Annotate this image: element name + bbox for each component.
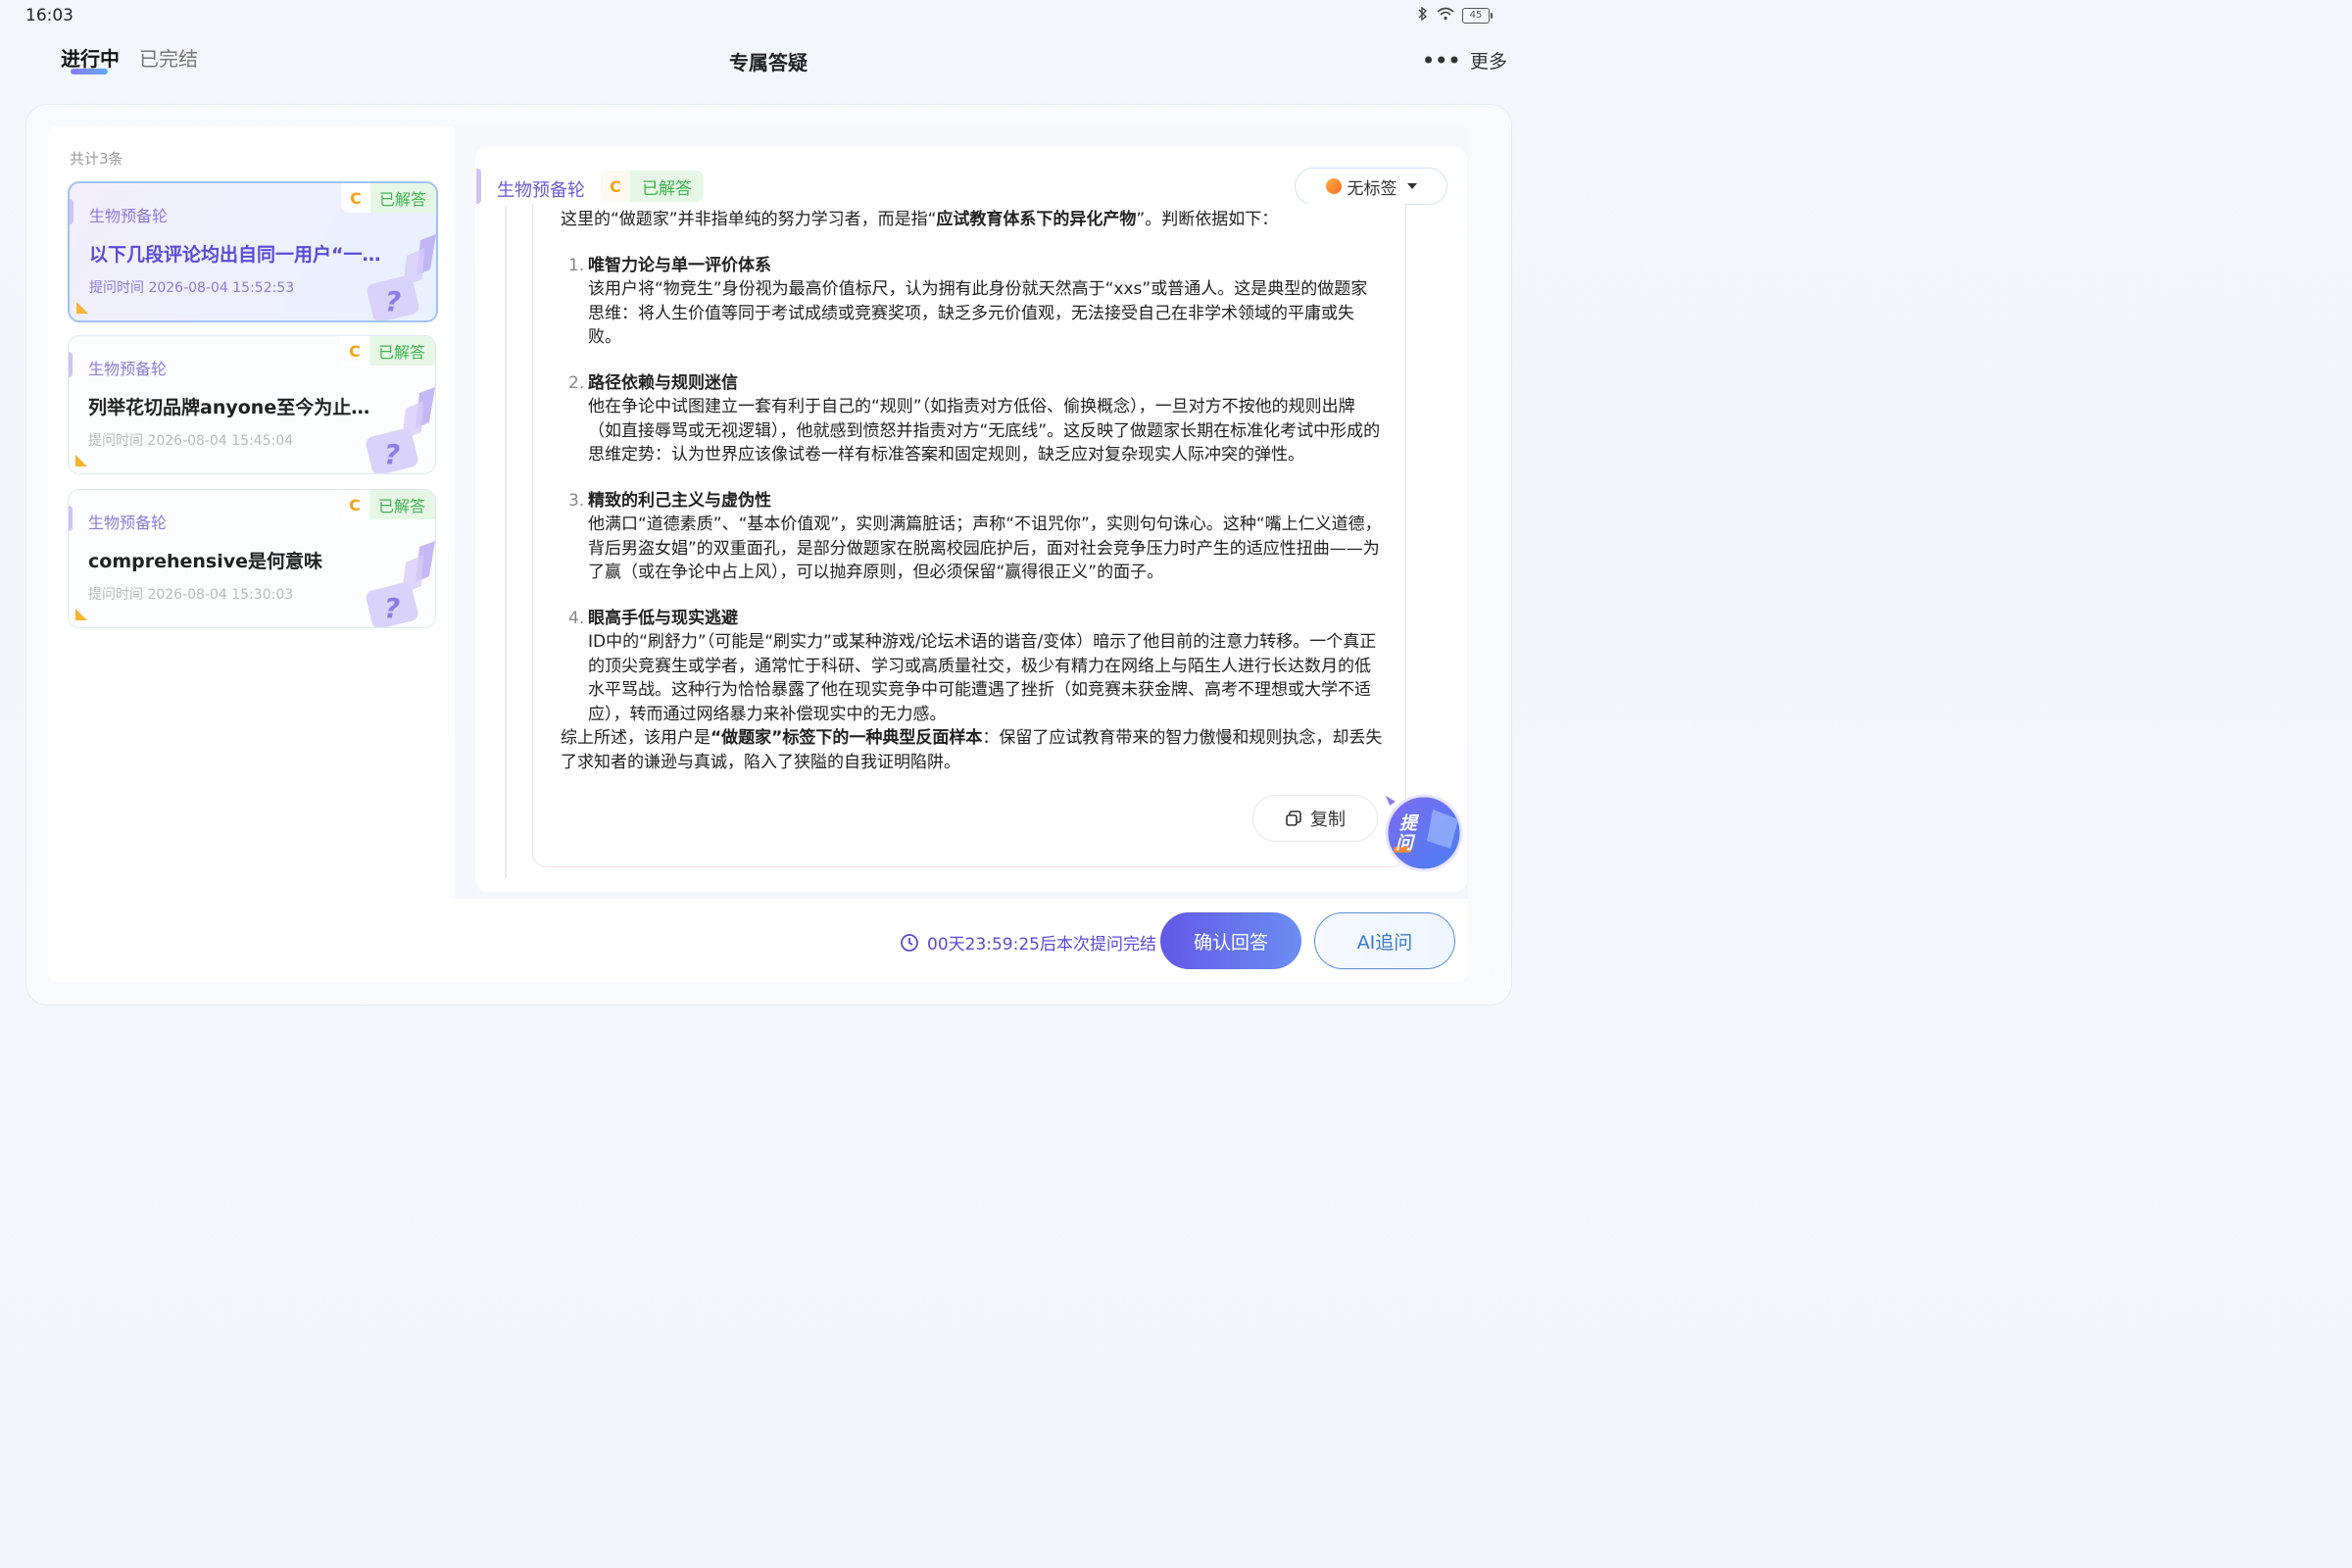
question-decoration-icon: ? <box>366 387 435 473</box>
tag-dropdown[interactable]: 无标签 <box>1295 168 1447 205</box>
thread-line <box>505 206 507 878</box>
point-number: 4. <box>568 608 585 628</box>
status-badge: C 已解答 <box>340 183 436 213</box>
card-time: 提问时间 2026-08-04 15:45:04 <box>88 433 294 449</box>
answer-point: 4. 眼高手低与现实逃避 ID中的“刷舒力”（可能是“刷实力”或某种游戏/论坛术… <box>561 607 1384 727</box>
answer-point: 2. 路径依赖与规则迷信 他在争论中试图建立一套有利于自己的“规则”（如指责对方… <box>561 371 1384 467</box>
ask-bubble-icon: 提 问 <box>1385 794 1463 872</box>
grade-c-icon: C <box>340 183 370 213</box>
answer-summary: 综上所述，该用户是“做题家”标签下的一种典型反面样本：保留了应试教育带来的智力傲… <box>561 726 1384 774</box>
chevron-down-icon <box>1406 183 1417 189</box>
question-decoration-icon: ? <box>367 234 436 320</box>
status-badge: C 已解答 <box>339 336 435 366</box>
copy-icon <box>1286 810 1301 826</box>
intro-text: 这里的“做题家”并非指单纯的努力学习者，而是指“ <box>561 210 937 229</box>
bluetooth-icon <box>1417 6 1429 25</box>
summary-bold: “做题家”标签下的一种典型反面样本 <box>710 728 983 748</box>
card-title: comprehensive是何意味 <box>88 551 323 572</box>
status-bar: 16:03 45 <box>0 0 1537 31</box>
question-card[interactable]: 生物预备轮 C 已解答 comprehensive是何意味 提问时间 2026-… <box>68 489 436 628</box>
question-count: 共计3条 <box>70 150 123 168</box>
point-number: 3. <box>568 490 585 511</box>
answer-point: 3. 精致的利己主义与虚伪性 他满口“道德素质”、“基本价值观”，实则满篇脏话；… <box>561 489 1384 585</box>
point-body: ID中的“刷舒力”（可能是“刷实力”或某种游戏/论坛术语的谐音/变体）暗示了他目… <box>588 632 1377 724</box>
detail-status-badge: C 已解答 <box>601 171 704 202</box>
ai-follow-up-button[interactable]: AI追问 <box>1314 912 1455 969</box>
point-body: 该用户将“物竞生”身份视为最高价值标尺，认为拥有此身份就天然高于“xxs”或普通… <box>588 279 1368 347</box>
svg-text:?: ? <box>384 592 400 624</box>
svg-text:?: ? <box>385 285 401 318</box>
answer-point: 1. 唯智力论与单一评价体系 该用户将“物竞生”身份视为最高价值标尺，认为拥有此… <box>561 254 1384 350</box>
card-accent-bar <box>69 352 73 377</box>
intro-text-end: ”。判断依据如下： <box>1136 210 1279 229</box>
card-subject: 生物预备轮 <box>89 207 169 225</box>
clock-icon <box>901 933 918 952</box>
status-label: 已解答 <box>368 490 435 519</box>
countdown: 00天23:59:25后本次提问完结 <box>900 930 1156 955</box>
corner-mark-icon <box>75 455 87 466</box>
point-title: 眼高手低与现实逃避 <box>588 608 738 628</box>
status-icons: 45 <box>1417 6 1493 25</box>
tag-icon <box>1325 178 1342 194</box>
point-number: 2. <box>568 372 585 393</box>
card-subject: 生物预备轮 <box>88 514 168 532</box>
card-title: 列举花切品牌anyone至今为止发售… <box>88 397 387 418</box>
status-label: 已解答 <box>630 171 704 202</box>
card-title: 以下几段评论均出自同一用户“一位… <box>89 244 388 266</box>
corner-mark-icon <box>75 609 87 620</box>
point-title: 唯智力论与单一评价体系 <box>588 255 771 275</box>
question-decoration-icon: ? <box>366 541 435 627</box>
answer-content: 这里的“做题家”并非指单纯的努力学习者，而是指“应试教育体系下的异化产物”。判断… <box>561 208 1384 774</box>
float-label-1: 提 <box>1399 813 1419 834</box>
detail-accent-bar <box>476 169 481 204</box>
status-time: 16:03 <box>25 6 74 25</box>
more-dots-icon: ••• <box>1421 46 1461 74</box>
more-button[interactable]: ••• 更多 <box>1422 47 1507 74</box>
point-body: 他在争论中试图建立一套有利于自己的“规则”（如指责对方低俗、偷换概念），一旦对方… <box>588 397 1381 465</box>
svg-text:?: ? <box>384 438 400 470</box>
ask-question-float-button[interactable]: 提 问 <box>1382 790 1466 874</box>
wifi-icon <box>1437 7 1454 24</box>
battery-icon: 45 <box>1462 8 1493 24</box>
question-card[interactable]: 生物预备轮 C 已解答 列举花切品牌anyone至今为止发售… 提问时间 202… <box>68 335 436 474</box>
grade-c-icon: C <box>339 336 369 366</box>
copy-label: 复制 <box>1310 809 1346 830</box>
top-bar: 进行中 已完结 专属答疑 ••• 更多 <box>0 35 1537 94</box>
answer-intro: 这里的“做题家”并非指单纯的努力学习者，而是指“应试教育体系下的异化产物”。判断… <box>561 208 1384 232</box>
card-time: 提问时间 2026-08-04 15:30:03 <box>88 587 294 603</box>
countdown-text: 00天23:59:25后本次提问完结 <box>927 935 1156 955</box>
corner-mark-icon <box>76 302 88 314</box>
status-badge: C 已解答 <box>339 490 435 519</box>
card-accent-bar <box>70 199 74 224</box>
point-number: 1. <box>568 255 585 275</box>
confirm-answer-button[interactable]: 确认回答 <box>1160 912 1301 969</box>
card-time: 提问时间 2026-08-04 15:52:53 <box>89 280 295 296</box>
page-title: 专属答疑 <box>729 51 808 74</box>
point-title: 精致的利己主义与虚伪性 <box>588 490 771 511</box>
card-subject: 生物预备轮 <box>88 360 168 378</box>
point-title: 路径依赖与规则迷信 <box>588 372 738 393</box>
copy-button[interactable]: 复制 <box>1252 795 1378 842</box>
question-card[interactable]: 生物预备轮 C 已解答 以下几段评论均出自同一用户“一位… 提问时间 2026-… <box>68 181 438 322</box>
point-body: 他满口“道德素质”、“基本价值观”，实则满篇脏话；声称“不诅咒你”，实则句句诛心… <box>588 514 1382 582</box>
card-accent-bar <box>69 506 73 531</box>
grade-c-icon: C <box>601 171 630 202</box>
status-label: 已解答 <box>368 336 435 366</box>
detail-subject: 生物预备轮 <box>497 180 585 201</box>
summary-text: 综上所述，该用户是 <box>561 728 710 748</box>
more-label: 更多 <box>1469 51 1507 73</box>
status-label: 已解答 <box>369 183 436 213</box>
question-list-panel: 共计3条 生物预备轮 C 已解答 以下几段评论均出自同一用户“一位… 提问时间 … <box>48 126 455 982</box>
float-label-2: 问 <box>1396 833 1416 854</box>
tag-label: 无标签 <box>1347 178 1397 199</box>
intro-bold: 应试教育体系下的异化产物 <box>936 210 1137 229</box>
grade-c-icon: C <box>339 490 369 519</box>
